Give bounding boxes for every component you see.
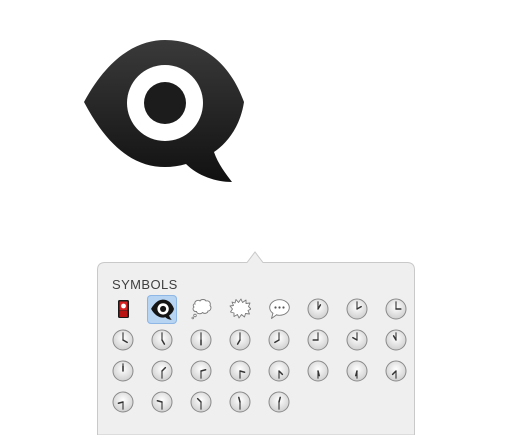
emoji-cell-clock-face-4[interactable] — [108, 326, 138, 355]
thought-bubble-icon — [191, 299, 212, 320]
emoji-cell-eye-in-speech-bubble[interactable] — [147, 295, 177, 324]
speech-bubble-icon — [269, 299, 290, 319]
clock-face-3-30-icon — [229, 360, 251, 382]
emoji-cell-speech-bubble[interactable] — [264, 295, 294, 324]
emoji-cell-clock-face-2-30[interactable] — [186, 357, 216, 386]
eye-in-speech-bubble-icon — [151, 299, 174, 320]
emoji-cell-clock-face-6[interactable] — [186, 326, 216, 355]
emoji-cell-clock-face-5[interactable] — [147, 326, 177, 355]
emoji-cell-clock-face-12-30[interactable] — [264, 388, 294, 417]
emoji-picker-popover: SYMBOLS — [97, 248, 415, 435]
emoji-cell-clock-face-11-30[interactable] — [225, 388, 255, 417]
clock-face-10-30-icon — [190, 391, 212, 413]
clock-face-4-icon — [112, 329, 134, 351]
emoji-cell-clock-face-6-30[interactable] — [342, 357, 372, 386]
emoji-cell-clock-face-1-30[interactable] — [147, 357, 177, 386]
clock-face-5-icon — [151, 329, 173, 351]
emoji-cell-clock-face-11[interactable] — [381, 326, 411, 355]
anger-bubble-icon — [229, 298, 251, 319]
flag-in-hole-icon — [118, 300, 129, 318]
emoji-cell-clock-face-10[interactable] — [342, 326, 372, 355]
emoji-cell-clock-face-3-30[interactable] — [225, 357, 255, 386]
clock-face-8-30-icon — [112, 391, 134, 413]
clock-face-9-30-icon — [151, 391, 173, 413]
emoji-cell-clock-face-1[interactable] — [303, 295, 333, 324]
clock-face-7-30-icon — [385, 360, 407, 382]
emoji-cell-flag-in-hole[interactable] — [108, 295, 138, 324]
emoji-cell-clock-face-8[interactable] — [264, 326, 294, 355]
clock-face-10-icon — [346, 329, 368, 351]
clock-face-2-30-icon — [190, 360, 212, 382]
eye-in-speech-bubble-preview-icon — [84, 40, 244, 182]
emoji-cell-thought-bubble[interactable] — [186, 295, 216, 324]
emoji-cell-clock-face-7[interactable] — [225, 326, 255, 355]
emoji-grid — [108, 295, 408, 419]
emoji-cell-anger-bubble[interactable] — [225, 295, 255, 324]
emoji-cell-clock-face-4-30[interactable] — [264, 357, 294, 386]
clock-face-11-icon — [385, 329, 407, 351]
clock-face-6-icon — [190, 329, 212, 351]
clock-face-12-30-icon — [268, 391, 290, 413]
clock-face-1-30-icon — [151, 360, 173, 382]
clock-face-8-icon — [268, 329, 290, 351]
clock-face-1-icon — [307, 298, 329, 320]
emoji-cell-clock-face-5-30[interactable] — [303, 357, 333, 386]
emoji-cell-clock-face-8-30[interactable] — [108, 388, 138, 417]
emoji-cell-clock-face-3[interactable] — [381, 295, 411, 324]
clock-face-7-icon — [229, 329, 251, 351]
clock-face-12-icon — [112, 360, 134, 382]
emoji-cell-clock-face-12[interactable] — [108, 357, 138, 386]
section-label-symbols: SYMBOLS — [112, 277, 178, 292]
emoji-cell-clock-face-9-30[interactable] — [147, 388, 177, 417]
clock-face-6-30-icon — [346, 360, 368, 382]
clock-face-4-30-icon — [268, 360, 290, 382]
emoji-cell-clock-face-2[interactable] — [342, 295, 372, 324]
clock-face-5-30-icon — [307, 360, 329, 382]
emoji-cell-clock-face-9[interactable] — [303, 326, 333, 355]
clock-face-9-icon — [307, 329, 329, 351]
emoji-cell-clock-face-7-30[interactable] — [381, 357, 411, 386]
clock-face-3-icon — [385, 298, 407, 320]
emoji-cell-clock-face-10-30[interactable] — [186, 388, 216, 417]
clock-face-11-30-icon — [229, 391, 251, 413]
clock-face-2-icon — [346, 298, 368, 320]
